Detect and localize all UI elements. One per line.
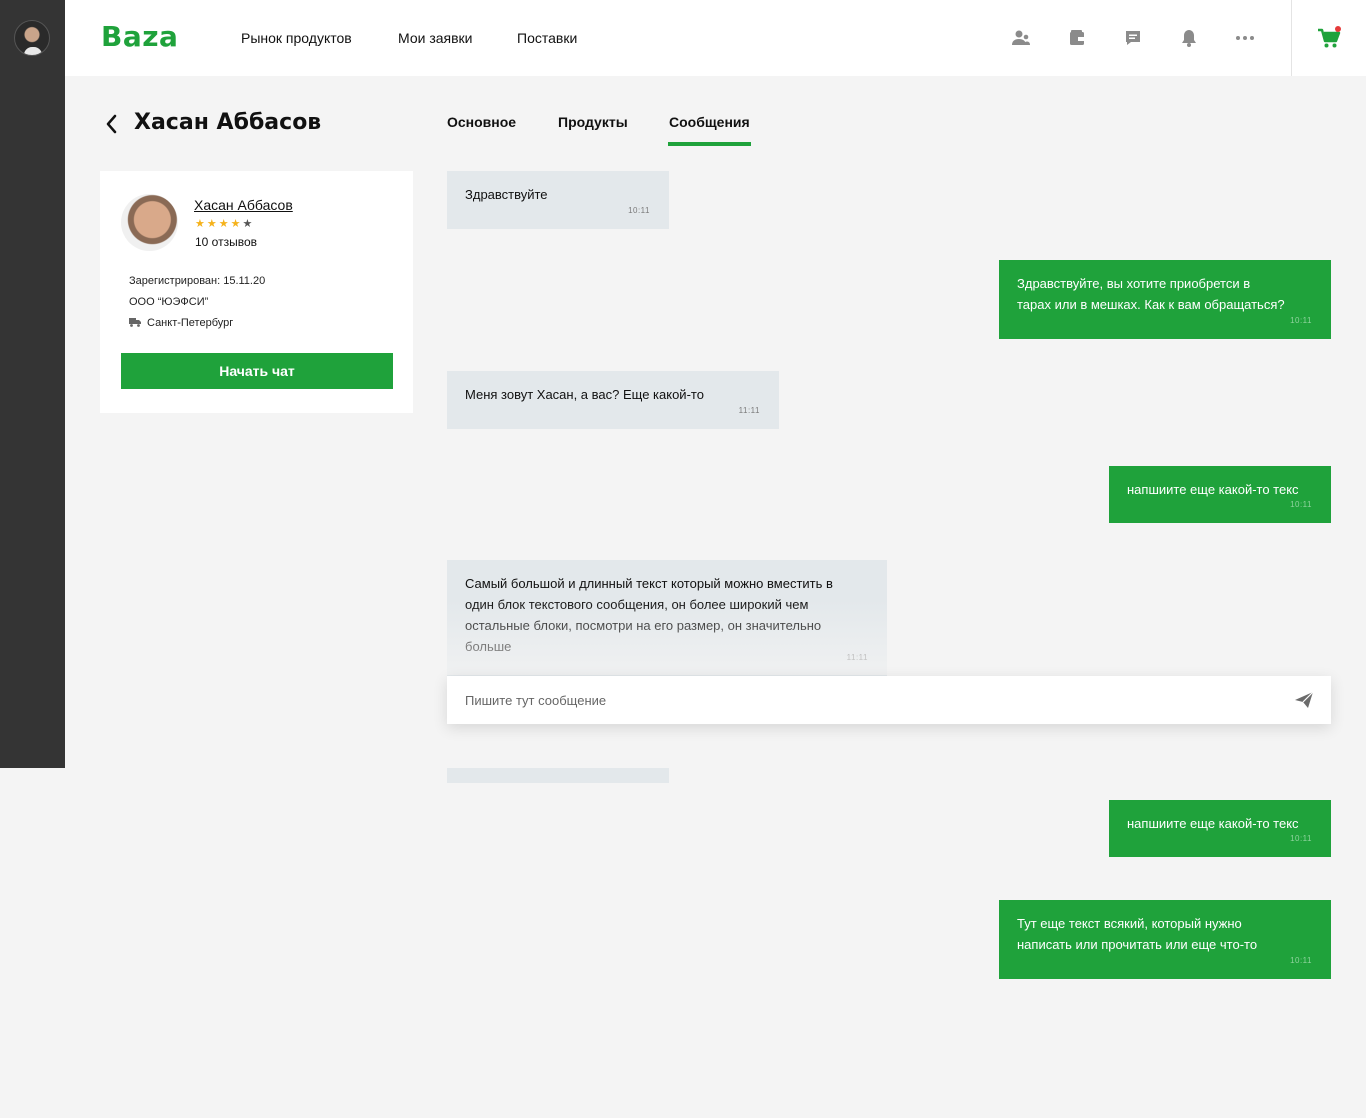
logo[interactable]: Baza: [101, 20, 178, 53]
wallet-icon[interactable]: [1067, 28, 1087, 48]
user-avatar[interactable]: [14, 20, 50, 56]
message-incoming: Меня зовут Хасан, а вас? Еще какой-то 11…: [447, 371, 779, 429]
message-text: Самый большой и длинный текст который мо…: [465, 576, 833, 591]
message-incoming: Здравствуйте 10:11: [447, 171, 669, 229]
cart-icon[interactable]: [1317, 26, 1341, 50]
nav-market[interactable]: Рынок продуктов: [241, 30, 352, 46]
message-text: написать или прочитать или еще что-то: [1017, 937, 1258, 952]
message-composer: [447, 676, 1331, 724]
message-outgoing: Тут еще текст всякий, который нужно напи…: [999, 900, 1331, 979]
message-text: напшиите еще какой-то текс: [1127, 482, 1299, 497]
city-line: Санкт-Петербург: [129, 317, 233, 329]
message-incoming-partial: [447, 768, 669, 783]
nav-my-requests[interactable]: Мои заявки: [398, 30, 472, 46]
profile-card: Хасан Аббасов ★★★★★ 10 отзывов Зарегистр…: [100, 171, 413, 413]
bell-icon[interactable]: [1179, 28, 1199, 48]
message-time: 10:11: [1290, 834, 1312, 843]
message-time: 11:11: [846, 653, 868, 662]
message-outgoing: Здравствуйте, вы хотите приобретси в тар…: [999, 260, 1331, 339]
back-arrow-icon[interactable]: [104, 112, 120, 136]
users-icon[interactable]: [1011, 28, 1031, 48]
profile-avatar: [121, 194, 178, 251]
message-time: 10:11: [628, 206, 650, 215]
divider: [1291, 0, 1292, 76]
left-rail: [0, 0, 65, 768]
city-label: Санкт-Петербург: [147, 317, 234, 329]
active-tab-indicator: [668, 142, 751, 146]
message-text: Здравствуйте, вы хотите приобретси в: [1017, 276, 1251, 291]
start-chat-button[interactable]: Начать чат: [121, 353, 393, 389]
message-incoming: Самый большой и длинный текст который мо…: [447, 560, 887, 676]
tab-main[interactable]: Основное: [447, 114, 516, 130]
message-text: Меня зовут Хасан, а вас? Еще какой-то: [465, 387, 704, 402]
tab-products[interactable]: Продукты: [558, 114, 628, 130]
message-input[interactable]: [465, 676, 1285, 724]
message-time: 10:11: [1290, 316, 1312, 325]
profile-name-link[interactable]: Хасан Аббасов: [194, 197, 293, 213]
star-icon: ★: [195, 218, 207, 230]
registered-date: Зарегистрирован: 15.11.20: [129, 275, 266, 287]
tab-messages[interactable]: Сообщения: [669, 114, 750, 130]
message-time: 10:11: [1290, 956, 1312, 965]
message-text: напшиите еще какой-то текс: [1127, 816, 1299, 831]
message-text: Здравствуйте: [465, 187, 548, 202]
message-outgoing: напшиите еще какой-то текс 10:11: [1109, 466, 1331, 523]
top-bar: Baza Рынок продуктов Мои заявки Поставки: [65, 0, 1366, 76]
send-icon[interactable]: [1294, 691, 1314, 709]
star-icon: ★: [230, 218, 243, 230]
page-title: Хасан Аббасов: [134, 110, 322, 135]
star-empty-icon: ★: [242, 218, 255, 230]
message-text: больше: [465, 639, 512, 654]
rating-stars: ★★★★★: [195, 217, 254, 230]
message-text: Тут еще текст всякий, который нужно: [1017, 916, 1242, 931]
message-text: остальные блоки, посмотри на его размер,…: [465, 618, 822, 633]
message-time: 11:11: [738, 406, 760, 415]
more-icon[interactable]: [1235, 28, 1255, 48]
cart-notification-dot: [1335, 26, 1341, 32]
message-outgoing: напшиите еще какой-то текс 10:11: [1109, 800, 1331, 857]
message-text: тарах или в мешках. Как к вам обращаться…: [1017, 297, 1285, 312]
company-name: ООО “ЮЭФСИ”: [129, 296, 209, 308]
message-text: один блок текстового сообщения, он более…: [465, 597, 809, 612]
star-icon: ★: [218, 218, 231, 230]
reviews-count: 10 отзывов: [195, 235, 258, 249]
chat-icon[interactable]: [1123, 28, 1143, 48]
message-time: 10:11: [1290, 500, 1312, 509]
truck-icon: [129, 318, 141, 327]
star-icon: ★: [206, 218, 219, 230]
nav-deliveries[interactable]: Поставки: [517, 30, 577, 46]
